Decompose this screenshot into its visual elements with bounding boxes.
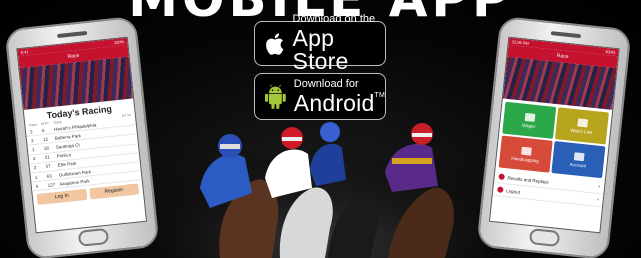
apple-icon [266, 32, 284, 55]
phone-home-button [77, 227, 110, 247]
android-big-text: AndroidTM [293, 89, 385, 116]
jockeys-horses-illustration [160, 118, 485, 258]
handicapping-label: Handicapping [511, 155, 540, 164]
right-phone-screen: 12:06 PM 100% Race Wager Watch Live Hand… [488, 36, 620, 234]
results-replays-label: Results and Replays [507, 174, 549, 185]
logout-icon [497, 186, 504, 193]
register-button[interactable]: Register [88, 183, 140, 200]
chevron-right-icon: › [596, 196, 600, 204]
left-phone-mockup: 9:41 100% Race Today's Racing Race MTP T… [4, 15, 160, 258]
watch-live-tile[interactable]: Watch Live [554, 107, 609, 145]
watch-live-label: Watch Live [570, 127, 593, 135]
handicapping-tile[interactable]: Handicapping [498, 135, 553, 173]
wager-label: Wager [521, 122, 536, 129]
race-number: 3 [30, 137, 34, 144]
mtp-value: 63 [46, 172, 53, 179]
track-list: 2 6 Harrah's Philadelphia 3 12 Belterra Park… [25, 116, 142, 192]
app-store-small-text: Download on the [292, 13, 376, 25]
wallet-icon [573, 151, 585, 161]
right-phone-mockup: 12:06 PM 100% Race Wager Watch Live Hand… [476, 15, 632, 258]
chart-icon [520, 146, 532, 156]
status-time: 9:41 [20, 49, 29, 55]
status-battery: 100% [113, 39, 125, 46]
app-store-button[interactable]: Download on the App Store [254, 14, 386, 73]
chevron-right-icon: › [597, 183, 601, 191]
mtp-value: 12 [42, 136, 49, 142]
android-small-text: Download for [293, 77, 359, 90]
phone-speaker [550, 31, 581, 39]
race-number: 2 [29, 128, 33, 134]
account-label: Account [569, 161, 587, 168]
mtp-value: 18 [43, 145, 50, 151]
login-button[interactable]: Log In [36, 189, 88, 206]
wager-tile[interactable]: Wager [502, 101, 557, 139]
left-phone-screen: 9:41 100% Race Today's Racing Race MTP T… [16, 36, 148, 234]
phone-home-button [528, 228, 561, 248]
race-number: 1 [34, 174, 38, 180]
mtp-value: 21 [44, 154, 51, 161]
mtp-value: 6 [41, 127, 45, 133]
replay-icon [498, 173, 505, 181]
horse-icon [524, 112, 535, 122]
account-tile[interactable]: Account [551, 141, 606, 179]
trademark-mark: TM [374, 91, 385, 99]
app-store-big-text: App Store [292, 25, 349, 74]
mtp-value: 127 [47, 181, 56, 188]
android-download-button[interactable]: Download for AndroidTM [254, 73, 386, 120]
tv-icon [576, 117, 588, 127]
race-number: 4 [32, 156, 36, 162]
app-banner: MOBILE APP Download on the App Store Dow… [0, 0, 641, 258]
menu-tiles: Wager Watch Live Handicapping Account [495, 98, 612, 181]
race-number: 1 [31, 147, 35, 153]
android-icon [265, 84, 286, 109]
mtp-value: 57 [45, 163, 52, 170]
race-number: 2 [33, 165, 37, 171]
logout-label: Logout [506, 187, 521, 195]
race-number: 5 [35, 183, 39, 189]
status-battery: 100% [604, 48, 616, 55]
phone-speaker [56, 30, 88, 39]
